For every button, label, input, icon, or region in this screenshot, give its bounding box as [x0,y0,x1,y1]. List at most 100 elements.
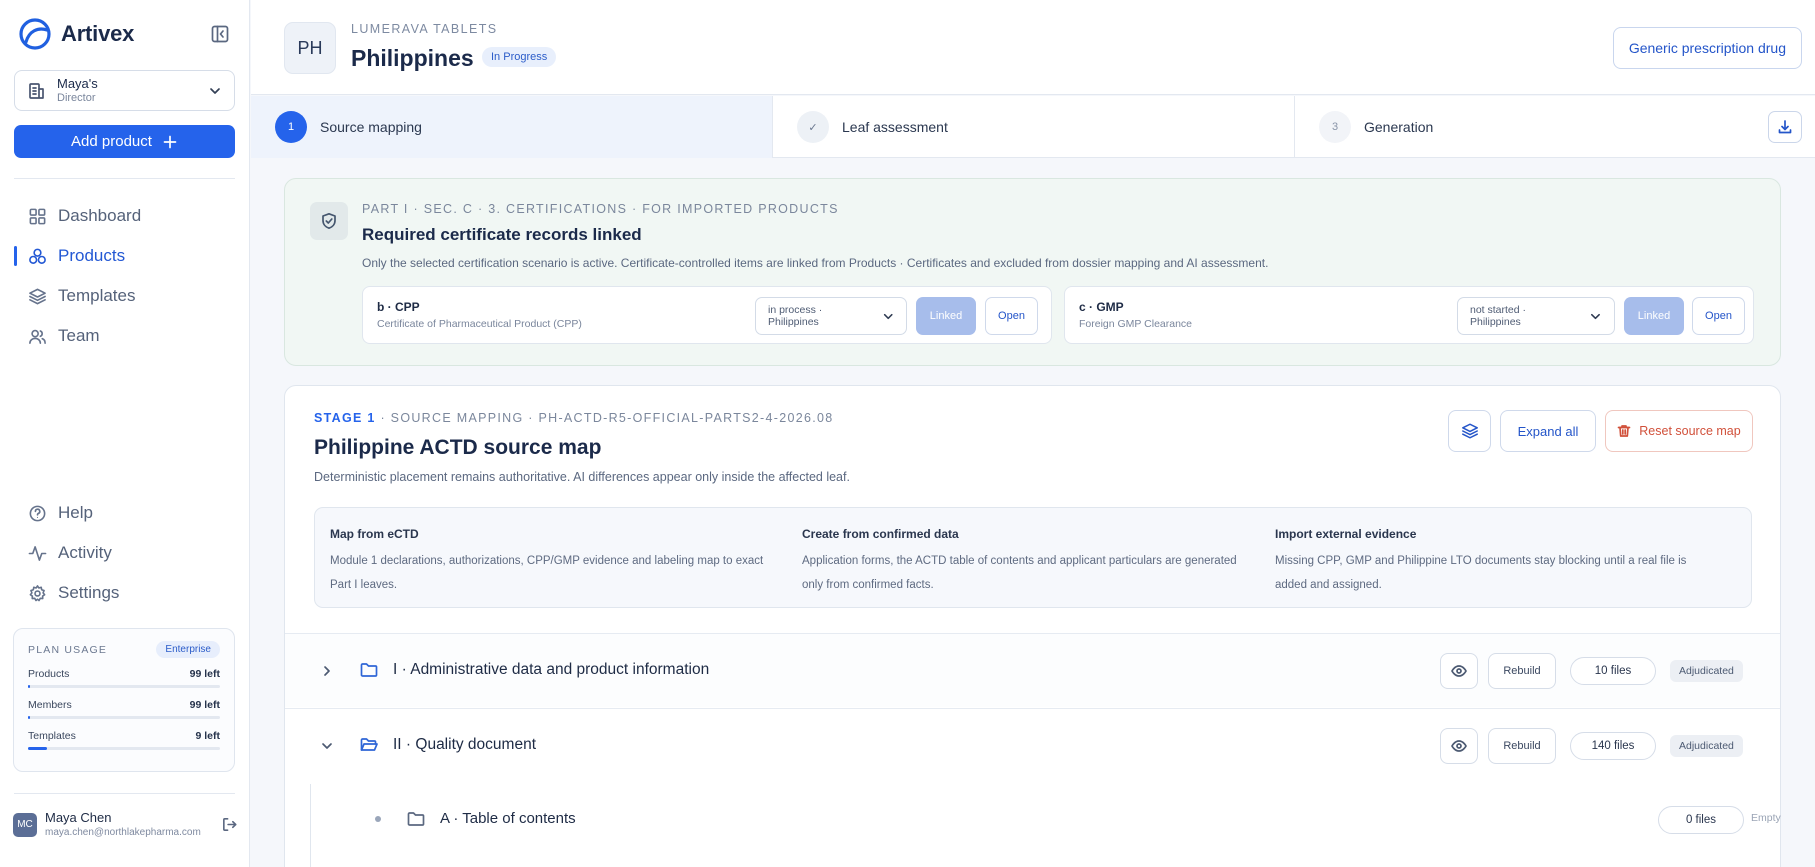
brand[interactable]: Artivex [18,17,134,51]
linked-button[interactable]: Linked [916,297,976,335]
team-icon [29,329,46,344]
trash-icon [1617,425,1631,437]
tree-row-label: A · Table of contents [440,810,576,827]
gear-icon [29,584,46,601]
layers-icon [1461,423,1478,439]
tree-row-part-ii[interactable]: II · Quality document Rebuild 140 files … [285,708,1780,782]
organization-select[interactable]: Maya's Director [14,70,235,111]
dashboard-icon [29,208,46,224]
step-generation[interactable]: 3 Generation [1295,96,1755,158]
open-button[interactable]: Open [1692,297,1745,335]
activity-icon [28,545,47,561]
download-button[interactable] [1768,111,1802,143]
sidebar-collapse-icon[interactable] [210,24,230,44]
stage-description: Deterministic placement remains authorit… [314,470,850,484]
eye-icon [1451,665,1467,677]
certificate-code: c · GMP [1079,300,1124,314]
sidebar-item-label: Templates [58,286,136,305]
logout-icon[interactable] [221,816,238,833]
file-count-pill[interactable]: 10 files [1570,657,1656,685]
step-label: Source mapping [320,119,422,135]
usage-remaining: 9 left [195,730,220,742]
chevron-down-icon[interactable] [320,739,334,753]
sidebar-item-settings[interactable]: Settings [0,573,250,613]
sidebar-item-products[interactable]: Products [0,236,250,276]
certificate-name: Foreign GMP Clearance [1079,318,1193,330]
chevron-down-icon [1591,313,1601,319]
bullet-icon [375,816,381,822]
sidebar-item-templates[interactable]: Templates [0,276,250,316]
info-create-from-data: Create from confirmed data Application f… [802,527,1242,597]
step-leaf-assessment[interactable]: ✓ Leaf assessment [773,96,1294,158]
certificate-status-select[interactable]: not started · Philippines [1457,297,1615,335]
usage-fill [28,747,48,750]
preview-button[interactable] [1440,653,1478,689]
sidebar-item-team[interactable]: Team [0,316,250,356]
certificate-status-select[interactable]: in process · Philippines [755,297,907,335]
layers-button[interactable] [1448,410,1491,452]
eye-icon [1451,740,1467,752]
reset-source-map-button[interactable]: Reset source map [1605,410,1753,452]
add-product-label: Add product [71,133,152,150]
linked-button[interactable]: Linked [1624,297,1684,335]
info-heading: Create from confirmed data [802,527,959,541]
open-button[interactable]: Open [985,297,1038,335]
info-text: Application forms, the ACTD table of con… [802,555,1237,591]
folder-icon [407,812,425,826]
product-type-button[interactable]: Generic prescription drug [1612,27,1802,69]
certificate-code: b · CPP [377,300,420,314]
help-icon [29,505,46,521]
sidebar-item-dashboard[interactable]: Dashboard [0,196,250,236]
certificate-item-gmp: c · GMP Foreign GMP Clearance not starte… [1064,286,1754,344]
certificate-item-cpp: b · CPP Certificate of Pharmaceutical Pr… [362,286,1052,344]
sidebar-item-label: Products [58,246,126,265]
layers-icon [29,288,46,304]
certification-title: Required certificate records linked [362,225,642,244]
stage-eyebrow-text: · SOURCE MAPPING · PH-ACTD-R5-OFFICIAL-P… [375,411,834,425]
add-product-button[interactable]: Add product [14,125,235,158]
usage-fill [28,685,30,688]
reset-label: Reset source map [1639,424,1741,438]
file-count-pill[interactable]: 140 files [1570,732,1656,760]
preview-button[interactable] [1440,728,1478,764]
certification-eyebrow: PART I · SEC. C · 3. CERTIFICATIONS · FO… [362,202,839,216]
artivex-logo-icon [19,18,51,50]
usage-remaining: 99 left [189,668,220,680]
shield-check-icon [310,202,348,240]
folder-open-icon [360,738,378,751]
sidebar-item-label: Help [58,503,93,522]
info-text: Module 1 declarations, authorizations, C… [330,555,764,591]
certificate-status: in process · Philippines [768,304,823,328]
file-count-pill[interactable]: 0 files [1658,806,1744,834]
plan-usage-title: PLAN USAGE [28,643,108,656]
sidebar-item-activity[interactable]: Activity [0,533,250,573]
step-marker: 3 [1319,111,1351,143]
mapping-info-panel: Map from eCTD Module 1 declarations, aut… [314,507,1752,608]
usage-label: Members [28,699,72,711]
rebuild-button[interactable]: Rebuild [1488,728,1556,764]
page-header: PH LUMERAVA TABLETS Philippines In Progr… [251,0,1815,95]
plan-badge: Enterprise [156,641,220,658]
country-code-tile: PH [284,22,336,74]
user-profile[interactable]: MC Maya Chen maya.chen@northlakepharma.c… [13,810,238,839]
tree-row-label: I · Administrative data and product info… [393,661,710,678]
state-badge: Adjudicated [1670,660,1743,682]
info-heading: Import external evidence [1275,527,1417,541]
source-map-card: STAGE 1 · SOURCE MAPPING · PH-ACTD-R5-OF… [284,385,1781,867]
certification-card: PART I · SEC. C · 3. CERTIFICATIONS · FO… [284,178,1781,366]
info-map-from-ectd: Map from eCTD Module 1 declarations, aut… [330,527,770,597]
status-badge: In Progress [482,47,557,67]
sidebar-item-help[interactable]: Help [0,493,250,533]
chevron-right-icon[interactable] [320,664,334,678]
plan-usage-card: PLAN USAGE Enterprise Products 99 left M… [13,628,235,772]
chevron-down-icon [210,87,220,94]
tree-row-part-i[interactable]: I · Administrative data and product info… [285,633,1780,707]
tree-row-table-of-contents[interactable]: A · Table of contents 0 files Empty [311,783,1781,857]
expand-all-button[interactable]: Expand all [1500,410,1596,452]
rebuild-button[interactable]: Rebuild [1488,653,1556,689]
step-source-mapping[interactable]: 1 Source mapping [251,96,772,158]
usage-row-members: Members 99 left [28,699,220,719]
stepper: 1 Source mapping ✓ Leaf assessment 3 Gen… [251,96,1815,158]
step-label: Generation [1364,119,1434,135]
usage-bar [28,747,220,750]
